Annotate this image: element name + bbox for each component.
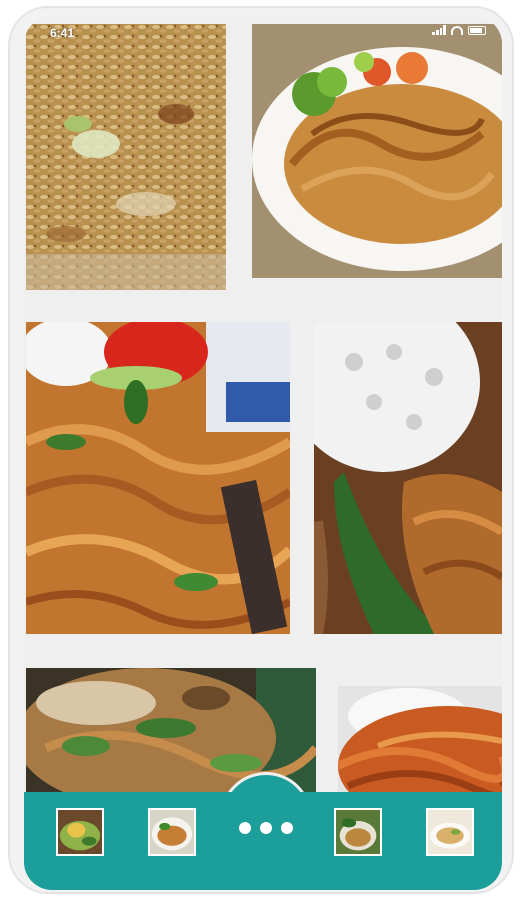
fried-noodles-plate-photo[interactable] [252,24,502,278]
more-horizontal-icon[interactable] [234,818,298,838]
status-time: 6:41 [50,26,75,40]
dot [260,822,272,834]
noodles-with-crackers-photo[interactable] [314,322,502,634]
red-noodles-photo[interactable] [338,686,502,798]
signal-icon [432,25,446,35]
bottom-nav-thumb-3[interactable] [334,808,382,856]
status-bar: 6:41 [24,16,502,44]
battery-icon [468,25,486,35]
bottom-nav-thumb-2[interactable] [148,808,196,856]
dot [239,822,251,834]
phone-frame: 6:41 [8,6,514,894]
bottom-nav-bar [24,792,502,890]
dot [281,822,293,834]
fried-rice-photo[interactable] [26,24,226,290]
status-icons [432,25,486,35]
screen: 6:41 [24,16,502,890]
wifi-icon [451,25,463,35]
bottom-nav-thumb-4[interactable] [426,808,474,856]
mie-goreng-tomato-photo[interactable] [26,322,290,634]
bottom-nav-thumb-1[interactable] [56,808,104,856]
